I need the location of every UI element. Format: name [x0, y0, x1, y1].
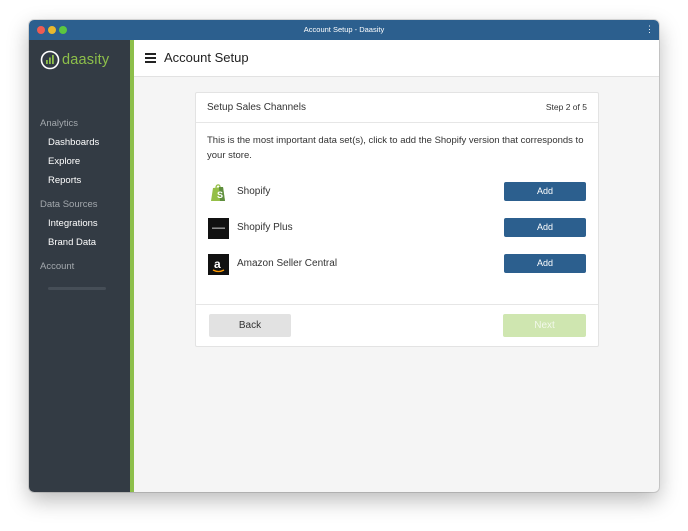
sidebar-section-data-sources: Data Sources	[40, 199, 98, 210]
window-menu-icon[interactable]: ⋮	[645, 20, 654, 39]
add-shopify-button[interactable]: Add	[504, 182, 586, 201]
card-footer-divider	[196, 304, 598, 305]
instructions-text: This is the most important data set(s), …	[207, 135, 584, 161]
shopify-plus-icon	[208, 218, 229, 239]
sidebar-section-analytics: Analytics	[40, 118, 79, 129]
channel-name-amazon: Amazon Seller Central	[237, 258, 338, 269]
maximize-window-button[interactable]	[59, 26, 67, 34]
app-window: Account Setup - Daasity ⋮ daasity Analyt…	[29, 20, 659, 492]
channel-name-shopify: Shopify	[237, 186, 271, 197]
add-shopify-plus-button[interactable]: Add	[504, 218, 586, 237]
sidebar-section-account: Account	[40, 261, 75, 272]
svg-text:S: S	[217, 190, 223, 200]
logo-text: daasity	[62, 52, 110, 68]
amazon-icon: a	[208, 254, 229, 275]
shopify-bag-icon: S	[211, 184, 225, 201]
sidebar: daasity Analytics Dashboards Explore Rep…	[29, 40, 134, 492]
sidebar-item-brand-data[interactable]: Brand Data	[48, 237, 96, 248]
channel-name-shopify-plus: Shopify Plus	[237, 222, 293, 233]
next-button[interactable]: Next	[503, 314, 586, 337]
title-bar: Account Setup - Daasity ⋮	[29, 20, 659, 40]
window-title: Account Setup - Daasity	[303, 25, 385, 34]
hamburger-menu-icon[interactable]	[145, 53, 156, 63]
channel-row-shopify-plus: Shopify Plus Add	[208, 216, 586, 240]
logo-icon	[40, 50, 60, 70]
step-indicator: Step 2 of 5	[545, 102, 587, 112]
sidebar-item-integrations[interactable]: Integrations	[48, 218, 98, 229]
card-header: Setup Sales Channels Step 2 of 5	[196, 93, 598, 123]
channel-row-amazon: a Amazon Seller Central Add	[208, 252, 586, 276]
sidebar-item-dashboards[interactable]: Dashboards	[48, 137, 99, 148]
page-header: Account Setup	[134, 40, 659, 77]
sidebar-item-explore[interactable]: Explore	[48, 156, 80, 167]
add-amazon-button[interactable]: Add	[504, 254, 586, 273]
card-title: Setup Sales Channels	[207, 102, 306, 113]
sidebar-placeholder	[48, 287, 106, 290]
back-button[interactable]: Back	[209, 314, 291, 337]
daasity-logo[interactable]: daasity	[40, 50, 110, 70]
close-window-button[interactable]	[37, 26, 45, 34]
setup-sales-channels-card: Setup Sales Channels Step 2 of 5 This is…	[195, 92, 599, 347]
channel-row-shopify: S Shopify Add	[208, 180, 586, 204]
svg-text:a: a	[214, 257, 221, 271]
page-title: Account Setup	[164, 50, 249, 65]
sidebar-item-reports[interactable]: Reports	[48, 175, 81, 186]
minimize-window-button[interactable]	[48, 26, 56, 34]
